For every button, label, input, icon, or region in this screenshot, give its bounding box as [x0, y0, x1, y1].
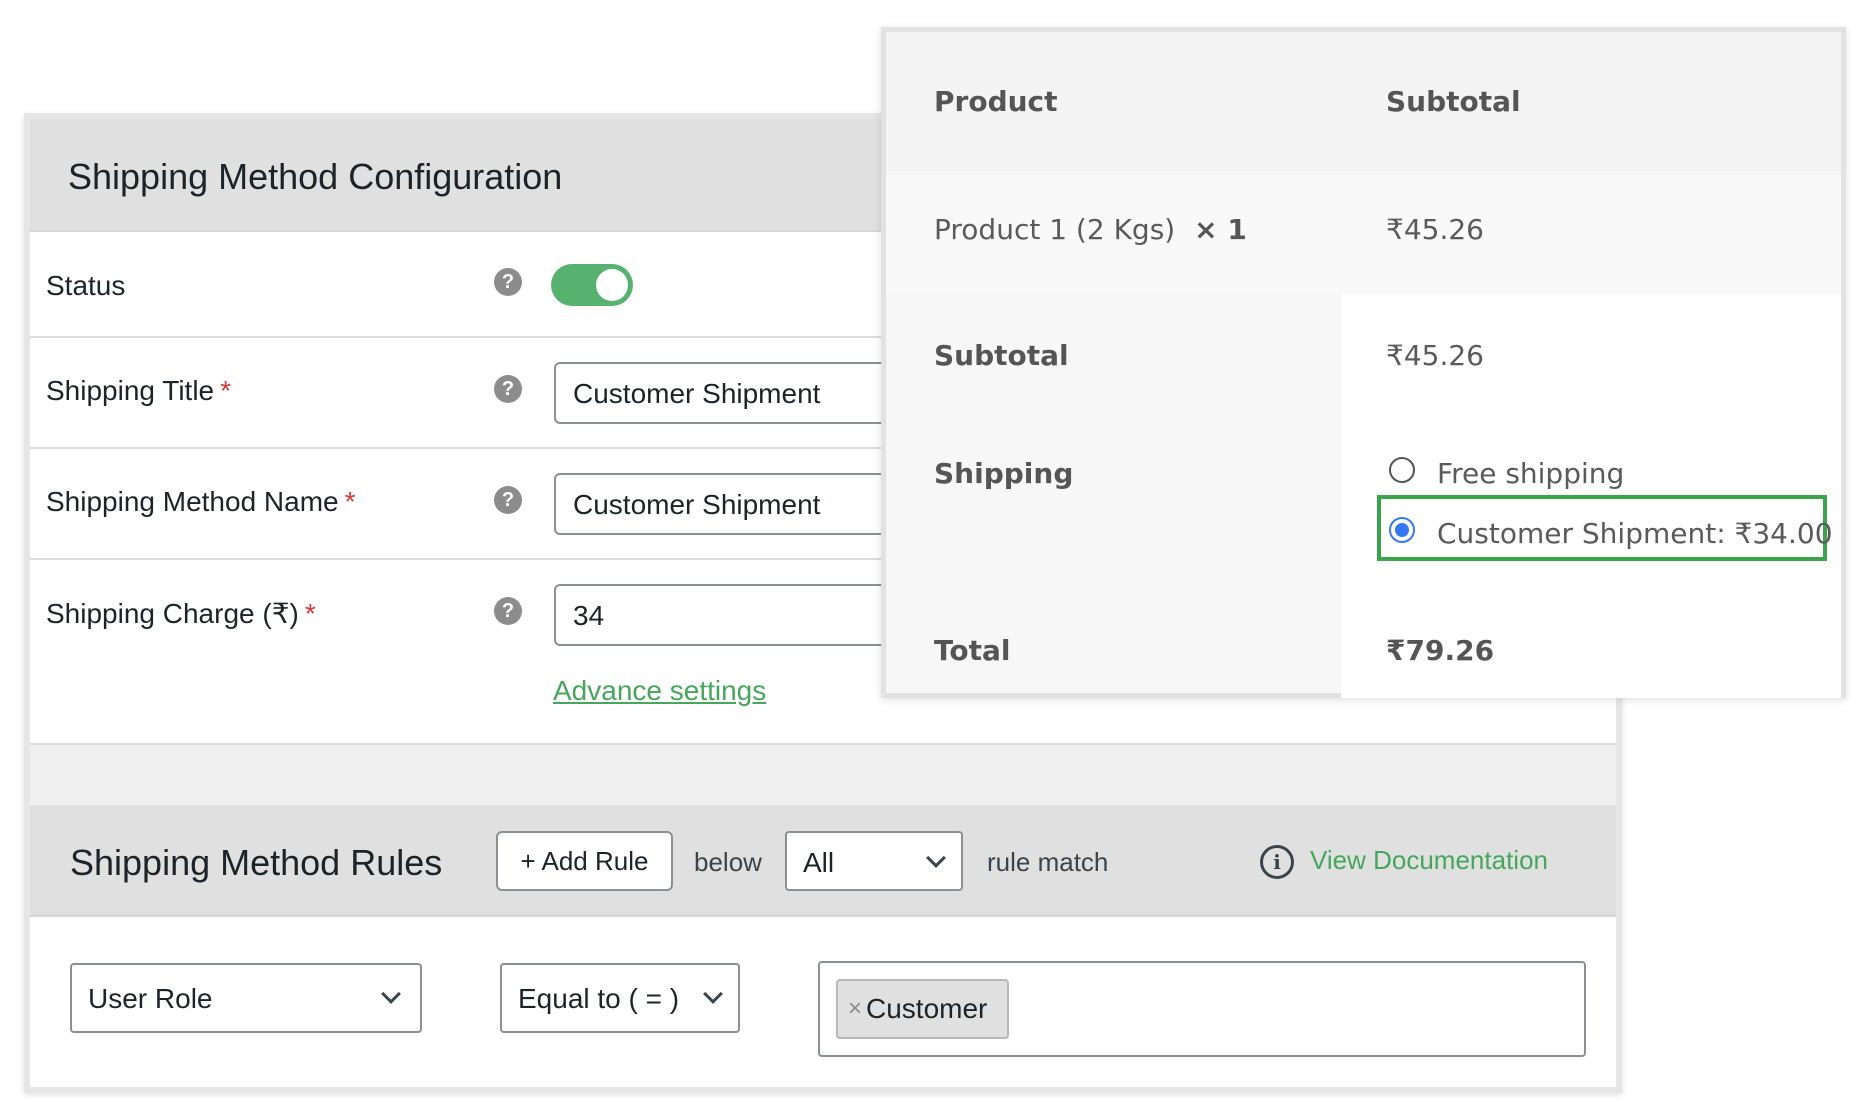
info-icon[interactable]: i — [1260, 845, 1294, 879]
chevron-down-icon — [926, 848, 946, 868]
total-label: Total — [934, 634, 1011, 667]
product-header: Product — [934, 85, 1058, 118]
rule-match-text: rule match — [987, 847, 1109, 877]
tag-remove-icon[interactable]: × — [848, 995, 862, 1023]
advance-settings-link[interactable]: Advance settings — [553, 675, 766, 707]
chevron-down-icon — [381, 984, 401, 1004]
method-name-label: Shipping Method Name * — [46, 486, 356, 518]
free-shipping-label[interactable]: Free shipping — [1437, 457, 1624, 490]
rules-title: Shipping Method Rules — [70, 842, 443, 883]
product-price: ₹45.26 — [1386, 213, 1484, 246]
customer-shipment-radio[interactable] — [1389, 517, 1415, 543]
customer-shipment-label[interactable]: Customer Shipment: ₹34.00 — [1437, 517, 1833, 550]
status-toggle[interactable] — [551, 264, 633, 306]
shipping-title-label: Shipping Title * — [46, 375, 231, 407]
below-text: below — [694, 847, 762, 877]
subtotal-header: Subtotal — [1386, 85, 1521, 118]
free-shipping-radio[interactable] — [1389, 457, 1415, 483]
condition-field-value: User Role — [88, 983, 213, 1014]
condition-field-select[interactable]: User Role — [70, 963, 422, 1033]
config-title: Shipping Method Configuration — [68, 156, 563, 197]
required-marker: * — [344, 486, 356, 517]
shipping-charge-label-text: Shipping Charge (₹) — [46, 598, 299, 629]
subtotal-value: ₹45.26 — [1386, 339, 1484, 372]
method-name-label-text: Shipping Method Name — [46, 486, 339, 517]
rules-header: Shipping Method Rules + Add Rule below A… — [30, 805, 1616, 917]
rule-value-field[interactable]: × Customer — [818, 961, 1586, 1057]
help-icon[interactable]: ? — [494, 268, 522, 296]
product-qty: × 1 — [1194, 213, 1247, 246]
order-header-row: Product Subtotal — [886, 32, 1841, 175]
operator-select[interactable]: Equal to ( = ) — [500, 963, 740, 1033]
shipping-charge-label: Shipping Charge (₹) * — [46, 597, 316, 630]
chevron-down-icon — [703, 984, 723, 1004]
section-gap — [30, 745, 1616, 805]
total-value: ₹79.26 — [1386, 634, 1495, 667]
rule-match-select[interactable]: All — [785, 831, 963, 891]
rule-match-value: All — [803, 847, 835, 878]
order-review-panel: Product Subtotal Product 1 (2 Kgs) × 1 ₹… — [881, 27, 1846, 698]
help-icon[interactable]: ? — [494, 375, 522, 403]
toggle-knob — [596, 269, 628, 301]
product-name-text: Product 1 (2 Kgs) — [934, 213, 1176, 246]
status-label: Status — [46, 270, 126, 301]
help-icon[interactable]: ? — [494, 486, 522, 514]
view-documentation-link[interactable]: View Documentation — [1310, 845, 1548, 876]
shipping-label: Shipping — [934, 457, 1074, 490]
subtotal-label: Subtotal — [934, 339, 1069, 372]
required-marker: * — [304, 598, 316, 629]
product-name: Product 1 (2 Kgs) × 1 — [934, 213, 1247, 246]
help-icon[interactable]: ? — [494, 597, 522, 625]
tag-chip: × Customer — [836, 979, 1009, 1039]
product-row: Product 1 (2 Kgs) × 1 ₹45.26 — [886, 175, 1841, 294]
required-marker: * — [220, 375, 232, 406]
operator-value: Equal to ( = ) — [518, 983, 680, 1014]
add-rule-button[interactable]: + Add Rule — [496, 831, 673, 891]
tag-label: Customer — [866, 993, 988, 1024]
shipping-title-label-text: Shipping Title — [46, 375, 215, 406]
